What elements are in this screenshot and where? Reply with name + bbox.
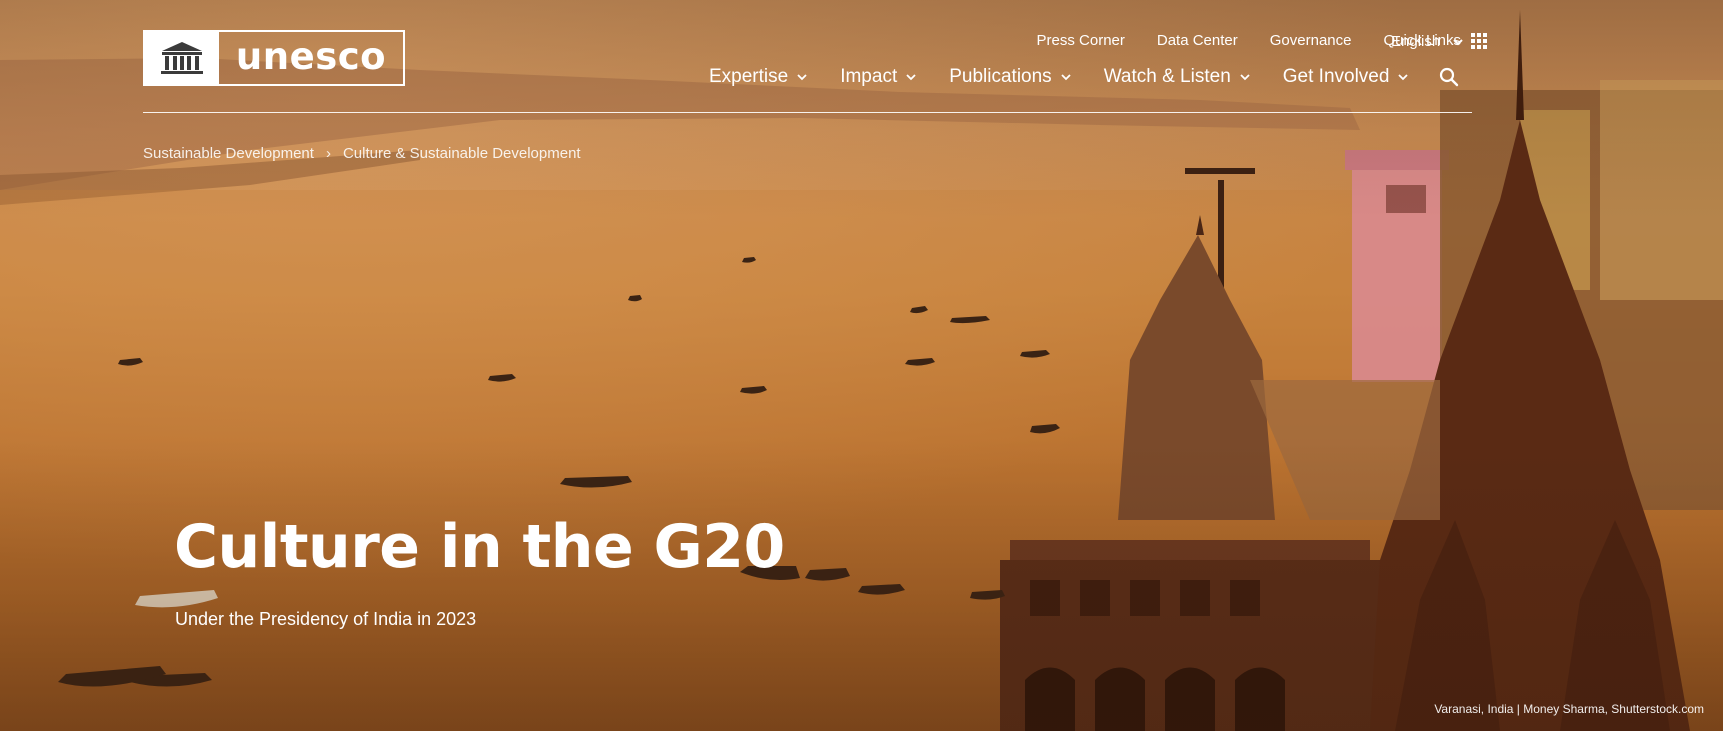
search-icon[interactable] [1439,67,1459,87]
breadcrumb-separator: › [325,145,331,162]
nav-item-impact[interactable]: Impact [840,66,917,88]
nav-item-get-involved[interactable]: Get Involved [1283,66,1410,88]
utility-link-data-center[interactable]: Data Center [1157,32,1238,49]
nav-item-watch-listen[interactable]: Watch & Listen [1104,66,1251,88]
breadcrumb-link-culture-sustainable-development[interactable]: Culture & Sustainable Development [343,145,581,162]
logo-wordmark: unesco [235,34,387,78]
chevron-down-icon [1240,74,1250,81]
nav-item-label: Watch & Listen [1103,66,1231,87]
nav-item-label: Publications [949,66,1052,87]
unesco-logo[interactable]: unesco [143,30,405,86]
utility-link-press-corner[interactable]: Press Corner [1037,32,1125,49]
temple-logo-icon [145,32,219,84]
nav-item-label: Expertise [709,66,789,87]
chevron-down-icon [1061,74,1071,81]
apps-grid-icon [1471,32,1487,49]
chevron-down-icon [906,74,916,81]
nav-item-label: Impact [840,66,898,87]
chevron-down-icon [797,74,807,81]
chevron-down-icon [1453,38,1463,45]
page-subtitle: Under the Presidency of India in 2023 [175,609,477,629]
breadcrumb: Sustainable Development › Culture & Sust… [143,145,581,162]
header-divider [143,112,1472,113]
language-selector[interactable]: English [1391,33,1464,50]
main-nav: Expertise Impact Publications Watch & Li… [709,66,1459,88]
language-label: English [1391,33,1441,50]
nav-item-expertise[interactable]: Expertise [709,66,808,88]
nav-item-publications[interactable]: Publications [949,66,1071,88]
chevron-down-icon [1398,74,1409,81]
hero-banner: unesco Press Corner Data Center Governan… [0,0,1723,731]
page-title: Culture in the G20 [174,512,785,582]
breadcrumb-link-sustainable-development[interactable]: Sustainable Development [143,145,314,162]
nav-item-label: Get Involved [1282,66,1390,87]
photo-credit: Varanasi, India | Money Sharma, Shutters… [1434,702,1704,716]
utility-link-governance[interactable]: Governance [1270,32,1352,49]
